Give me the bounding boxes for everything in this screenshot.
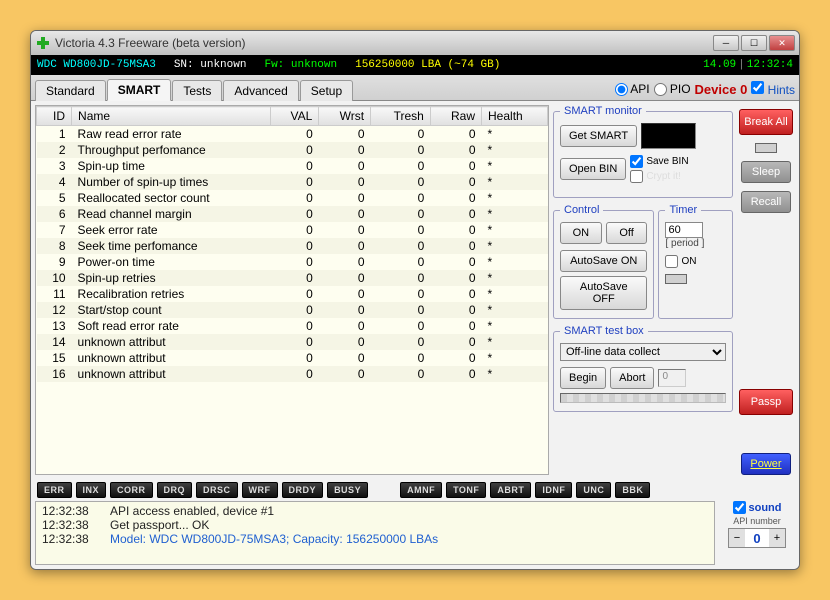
table-row[interactable]: 1Raw read error rate0000* xyxy=(37,126,548,143)
flag-drdy: DRDY xyxy=(282,482,324,498)
col-wrst[interactable]: Wrst xyxy=(319,107,371,126)
timer-input[interactable] xyxy=(665,222,703,238)
table-row[interactable]: 13Soft read error rate0000* xyxy=(37,318,548,334)
sleep-button[interactable]: Sleep xyxy=(741,161,791,183)
table-row[interactable]: 8Seek time perfomance0000* xyxy=(37,238,548,254)
open-bin-button[interactable]: Open BIN xyxy=(560,158,626,180)
col-tresh[interactable]: Tresh xyxy=(371,107,431,126)
col-health[interactable]: Health xyxy=(482,107,548,126)
col-id[interactable]: ID xyxy=(37,107,72,126)
flag-busy: BUSY xyxy=(327,482,368,498)
lba-capacity: 156250000 LBA (~74 GB) xyxy=(355,59,500,71)
hints-checkbox[interactable]: Hints xyxy=(751,81,795,97)
table-row[interactable]: 7Seek error rate0000* xyxy=(37,222,548,238)
log-panel[interactable]: 12:32:38API access enabled, device #112:… xyxy=(35,501,715,565)
table-row[interactable]: 15unknown attribut0000* xyxy=(37,350,548,366)
api-number-spinner[interactable]: − 0 + xyxy=(728,528,786,548)
window-title: Victoria 4.3 Freeware (beta version) xyxy=(55,36,713,50)
timer-group: Timer [ period ] ON xyxy=(658,204,733,319)
flag-corr: CORR xyxy=(110,482,153,498)
smart-monitor-group: SMART monitor Get SMART Open BIN Save BI… xyxy=(553,105,733,198)
serial-number: SN: unknown xyxy=(174,59,247,71)
timer-indicator xyxy=(665,274,687,284)
tab-bar: StandardSMARTTestsAdvancedSetup API PIO … xyxy=(31,75,799,101)
control-off-button[interactable]: Off xyxy=(606,222,648,244)
flag-abrt: ABRT xyxy=(490,482,531,498)
flag-wrf: WRF xyxy=(242,482,278,498)
get-smart-button[interactable]: Get SMART xyxy=(560,125,637,147)
table-row[interactable]: 2Throughput perfomance0000* xyxy=(37,142,548,158)
status-flags: ERRINXCORRDRQDRSCWRFDRDYBUSY AMNFTONFABRT… xyxy=(31,479,799,501)
table-row[interactable]: 4Number of spin-up times0000* xyxy=(37,174,548,190)
spinner-up[interactable]: + xyxy=(769,529,785,547)
smart-preview xyxy=(641,123,696,149)
table-row[interactable]: 11Recalibration retries0000* xyxy=(37,286,548,302)
pio-radio[interactable]: PIO xyxy=(654,82,691,96)
flag-unc: UNC xyxy=(576,482,611,498)
app-icon xyxy=(35,35,51,51)
flag-tonf: TONF xyxy=(446,482,486,498)
passp-button[interactable]: Passp xyxy=(739,389,793,415)
table-row[interactable]: 12Start/stop count0000* xyxy=(37,302,548,318)
flag-amnf: AMNF xyxy=(400,482,442,498)
flag-drsc: DRSC xyxy=(196,482,238,498)
tab-standard[interactable]: Standard xyxy=(35,80,106,101)
begin-button[interactable]: Begin xyxy=(560,367,606,389)
test-status: 0 xyxy=(658,369,686,387)
control-group: Control ON Off AutoSave ON AutoSave OFF xyxy=(553,204,654,319)
tab-setup[interactable]: Setup xyxy=(300,80,353,101)
app-window: Victoria 4.3 Freeware (beta version) ─ ☐… xyxy=(30,30,800,570)
sound-checkbox[interactable]: sound xyxy=(733,501,782,514)
flag-err: ERR xyxy=(37,482,72,498)
recall-button[interactable]: Recall xyxy=(741,191,791,213)
api-number-label: API number xyxy=(733,516,781,526)
tab-smart[interactable]: SMART xyxy=(107,79,172,101)
crypt-checkbox[interactable]: Crypt it! xyxy=(630,170,688,183)
spinner-down[interactable]: − xyxy=(729,529,745,547)
firmware: Fw: unknown xyxy=(264,59,337,71)
device-label: Device 0 xyxy=(695,82,748,97)
smart-test-group: SMART test box Off-line data collect Beg… xyxy=(553,325,733,412)
timer-on-checkbox[interactable]: ON xyxy=(665,255,726,268)
power-button[interactable]: Power xyxy=(741,453,791,475)
tab-tests[interactable]: Tests xyxy=(172,80,222,101)
table-row[interactable]: 10Spin-up retries0000* xyxy=(37,270,548,286)
flag-drq: DRQ xyxy=(157,482,193,498)
maximize-button[interactable]: ☐ xyxy=(741,35,767,51)
save-bin-checkbox[interactable]: Save BIN xyxy=(630,155,688,168)
clock: 14.09|12:32:4 xyxy=(703,59,793,71)
table-row[interactable]: 5Reallocated sector count0000* xyxy=(37,190,548,206)
drive-model: WDC WD800JD-75MSA3 xyxy=(37,59,156,71)
close-button[interactable]: ✕ xyxy=(769,35,795,51)
col-name[interactable]: Name xyxy=(72,107,271,126)
smart-table[interactable]: IDNameVALWrstTreshRawHealth 1Raw read er… xyxy=(35,105,549,475)
test-select[interactable]: Off-line data collect xyxy=(560,343,726,361)
col-raw[interactable]: Raw xyxy=(430,107,481,126)
minimize-button[interactable]: ─ xyxy=(713,35,739,51)
table-row[interactable]: 16unknown attribut0000* xyxy=(37,366,548,382)
api-radio[interactable]: API xyxy=(615,82,650,96)
test-progress xyxy=(560,393,726,403)
flag-bbk: BBK xyxy=(615,482,650,498)
col-val[interactable]: VAL xyxy=(271,107,319,126)
flag-inx: INX xyxy=(76,482,107,498)
break-indicator xyxy=(755,143,777,153)
titlebar[interactable]: Victoria 4.3 Freeware (beta version) ─ ☐… xyxy=(31,31,799,55)
table-row[interactable]: 6Read channel margin0000* xyxy=(37,206,548,222)
autosave-off-button[interactable]: AutoSave OFF xyxy=(560,276,647,310)
break-all-button[interactable]: Break All xyxy=(739,109,793,135)
info-bar: WDC WD800JD-75MSA3 SN: unknown Fw: unkno… xyxy=(31,55,799,75)
flag-idnf: IDNF xyxy=(535,482,572,498)
table-row[interactable]: 14unknown attribut0000* xyxy=(37,334,548,350)
table-row[interactable]: 3Spin-up time0000* xyxy=(37,158,548,174)
table-row[interactable]: 9Power-on time0000* xyxy=(37,254,548,270)
tab-advanced[interactable]: Advanced xyxy=(223,80,298,101)
control-on-button[interactable]: ON xyxy=(560,222,602,244)
abort-button[interactable]: Abort xyxy=(610,367,654,389)
autosave-on-button[interactable]: AutoSave ON xyxy=(560,250,647,272)
